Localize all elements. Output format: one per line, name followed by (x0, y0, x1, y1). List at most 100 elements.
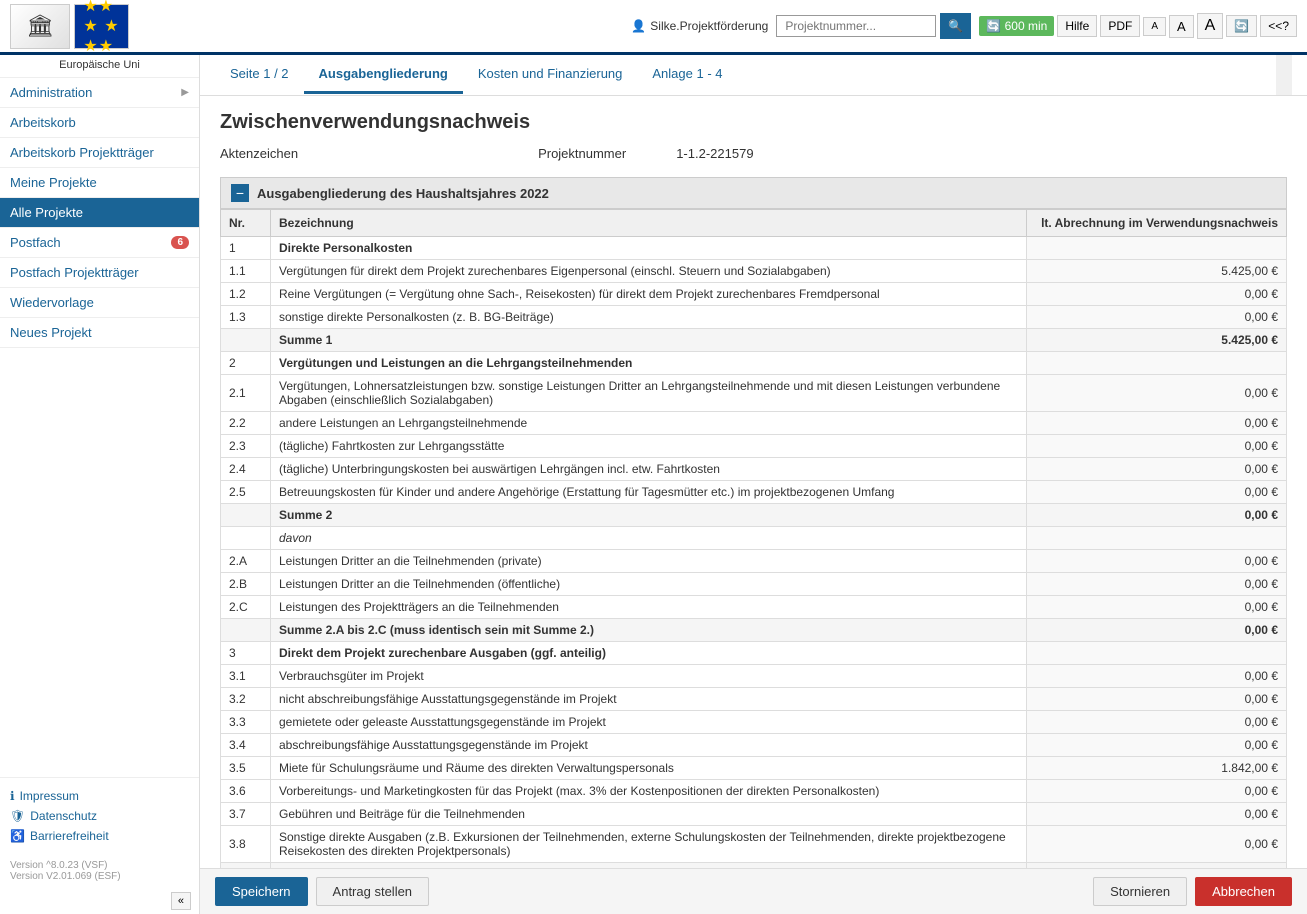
stornieren-button[interactable]: Stornieren (1093, 877, 1187, 906)
cell-amount (1027, 237, 1287, 260)
table-row: davon (221, 527, 1287, 550)
table-row: 3.7Gebühren und Beiträge für die Teilneh… (221, 803, 1287, 826)
font-large-button[interactable]: A (1197, 13, 1224, 39)
cell-bezeichnung: abschreibungsfähige Ausstattungsgegenstä… (271, 734, 1027, 757)
sidebar-item-alle-projekte[interactable]: Alle Projekte (0, 198, 199, 228)
help-button[interactable]: Hilfe (1057, 15, 1097, 37)
cell-nr (221, 619, 271, 642)
tab-kosten[interactable]: Kosten und Finanzierung (463, 56, 638, 94)
cell-amount: 0,00 € (1027, 283, 1287, 306)
cell-amount: 0,00 € (1027, 826, 1287, 863)
table-row: 1.3sonstige direkte Personalkosten (z. B… (221, 306, 1287, 329)
antrag-button[interactable]: Antrag stellen (316, 877, 430, 906)
cell-amount: 0,00 € (1027, 734, 1287, 757)
sidebar-item-arbeitskorb[interactable]: Arbeitskorb (0, 108, 199, 138)
logo-area: 🏛 ★★★ ★★★ (10, 4, 129, 49)
accessibility-icon: ♿ (10, 829, 25, 843)
sidebar-item-administration[interactable]: Administration ▶ (0, 78, 199, 108)
footer-left: Speichern Antrag stellen (215, 877, 429, 906)
table-row: 2.2andere Leistungen an Lehrgangsteilneh… (221, 412, 1287, 435)
table-row: Summe 20,00 € (221, 504, 1287, 527)
back-button[interactable]: <<? (1260, 15, 1297, 37)
version-info: Version ^8.0.23 (VSF) Version V2.01.069 … (0, 854, 199, 888)
section-title: Ausgabengliederung des Haushaltsjahres 2… (257, 186, 549, 201)
section-header: − Ausgabengliederung des Haushaltsjahres… (220, 177, 1287, 209)
search-input[interactable] (776, 15, 936, 37)
cell-nr (221, 527, 271, 550)
scroll-indicator (1276, 55, 1292, 95)
cell-amount: 0,00 € (1027, 596, 1287, 619)
pdf-button[interactable]: PDF (1100, 15, 1140, 37)
table-row: Summe 15.425,00 € (221, 329, 1287, 352)
sidebar-logo-label: Europäische Uni (0, 55, 199, 78)
bavaria-logo: 🏛 (10, 4, 70, 49)
cell-nr (221, 504, 271, 527)
arrow-icon: ▶ (181, 87, 189, 98)
tab-anlage[interactable]: Anlage 1 - 4 (637, 56, 737, 94)
cell-nr: 2.3 (221, 435, 271, 458)
table-row: 1Direkte Personalkosten (221, 237, 1287, 260)
sidebar-item-meine-projekte[interactable]: Meine Projekte (0, 168, 199, 198)
cell-bezeichnung: andere Leistungen an Lehrgangsteilnehmen… (271, 412, 1027, 435)
sidebar-item-postfach[interactable]: Postfach 6 (0, 228, 199, 258)
cell-amount: 0,00 € (1027, 435, 1287, 458)
cell-nr: 2.B (221, 573, 271, 596)
sidebar-item-postfach-projekttraeger[interactable]: Postfach Projektträger (0, 258, 199, 288)
header: 🏛 ★★★ ★★★ 👤 Silke.Projektförderung 🔍 🔄 6… (0, 0, 1307, 55)
cell-bezeichnung: Direkt dem Projekt zurechenbare Ausgaben… (271, 642, 1027, 665)
col-bezeichnung: Bezeichnung (271, 210, 1027, 237)
cell-amount: 0,00 € (1027, 306, 1287, 329)
impressum-link[interactable]: ℹ Impressum (10, 786, 189, 806)
sidebar-item-neues-projekt[interactable]: Neues Projekt (0, 318, 199, 348)
cell-nr: 2.4 (221, 458, 271, 481)
font-small-button[interactable]: A (1143, 17, 1166, 36)
save-button[interactable]: Speichern (215, 877, 308, 906)
section-toggle-button[interactable]: − (231, 184, 249, 202)
cell-amount: 5.425,00 € (1027, 260, 1287, 283)
tab-ausgabengliederung[interactable]: Ausgabengliederung (304, 56, 463, 94)
timer-display: 🔄 600 min (979, 16, 1054, 36)
cell-nr: 1.2 (221, 283, 271, 306)
cell-bezeichnung: Summe 2 (271, 504, 1027, 527)
datenschutz-link[interactable]: 🛡 Datenschutz (10, 806, 189, 826)
font-medium-button[interactable]: A (1169, 15, 1194, 38)
cell-nr (221, 329, 271, 352)
cell-bezeichnung: Summe 3 (271, 863, 1027, 869)
reset-button[interactable]: 🔄 (1226, 15, 1257, 37)
cell-bezeichnung: Leistungen Dritter an die Teilnehmenden … (271, 550, 1027, 573)
sidebar-collapse-button[interactable]: « (171, 892, 191, 910)
barrierefreiheit-link[interactable]: ♿ Barrierefreiheit (10, 826, 189, 846)
cell-nr: 3.2 (221, 688, 271, 711)
search-button[interactable]: 🔍 (940, 13, 971, 39)
cell-bezeichnung: Summe 2.A bis 2.C (muss identisch sein m… (271, 619, 1027, 642)
cell-amount (1027, 642, 1287, 665)
sidebar-item-arbeitskorb-projekttraeger[interactable]: Arbeitskorb Projektträger (0, 138, 199, 168)
sidebar-item-wiedervorlage[interactable]: Wiedervorlage (0, 288, 199, 318)
cell-amount: 5.425,00 € (1027, 329, 1287, 352)
cell-amount: 1.842,00 € (1027, 757, 1287, 780)
tab-seite[interactable]: Seite 1 / 2 (215, 56, 304, 94)
aktenzeichen-group: Aktenzeichen (220, 146, 298, 161)
user-info: 👤 Silke.Projektförderung (631, 19, 768, 33)
table-row: Summe 2.A bis 2.C (muss identisch sein m… (221, 619, 1287, 642)
table-row: 1.1Vergütungen für direkt dem Projekt zu… (221, 260, 1287, 283)
cell-amount: 0,00 € (1027, 573, 1287, 596)
cell-nr: 3 (221, 642, 271, 665)
refresh-icon: 🔄 (986, 19, 1001, 33)
footer: Speichern Antrag stellen Stornieren Abbr… (200, 868, 1307, 914)
cell-amount (1027, 527, 1287, 550)
col-nr: Nr. (221, 210, 271, 237)
cell-bezeichnung: Sonstige direkte Ausgaben (z.B. Exkursio… (271, 826, 1027, 863)
postfach-badge: 6 (171, 236, 189, 249)
abbrechen-button[interactable]: Abbrechen (1195, 877, 1292, 906)
cell-bezeichnung: nicht abschreibungsfähige Ausstattungsge… (271, 688, 1027, 711)
cell-amount: 0,00 € (1027, 550, 1287, 573)
cell-bezeichnung: Direkte Personalkosten (271, 237, 1027, 260)
cell-nr: 3.8 (221, 826, 271, 863)
table-row: 3.4abschreibungsfähige Ausstattungsgegen… (221, 734, 1287, 757)
table-row: 2.4(tägliche) Unterbringungskosten bei a… (221, 458, 1287, 481)
table-row: 3.3gemietete oder geleaste Ausstattungsg… (221, 711, 1287, 734)
cell-bezeichnung: Gebühren und Beiträge für die Teilnehmen… (271, 803, 1027, 826)
username-label: Silke.Projektförderung (650, 19, 768, 33)
sidebar: Europäische Uni Administration ▶ Arbeits… (0, 55, 200, 914)
